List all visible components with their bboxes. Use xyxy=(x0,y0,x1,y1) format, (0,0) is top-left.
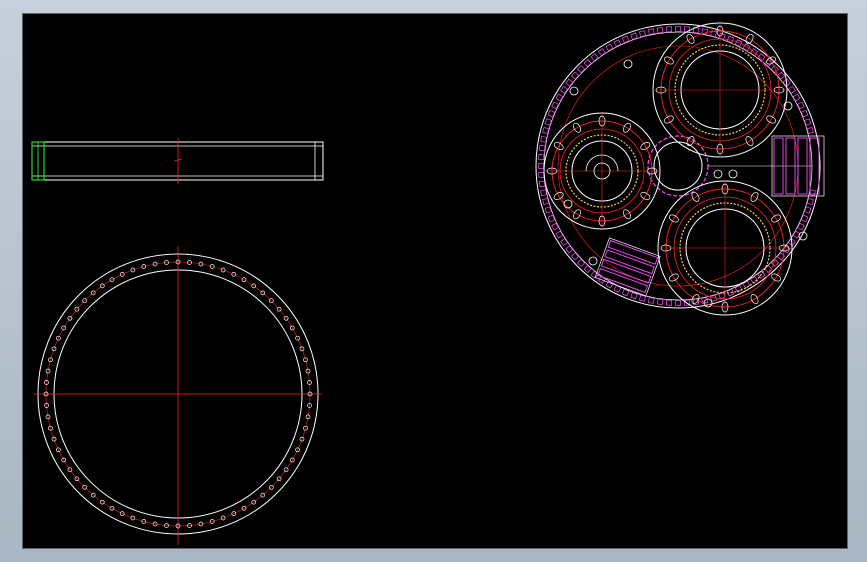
drawing-viewport[interactable] xyxy=(22,13,848,549)
cad-window-frame xyxy=(0,0,867,562)
housing-tooth xyxy=(806,127,814,134)
housing-tooth xyxy=(804,206,812,214)
housing-tooth xyxy=(560,238,569,247)
housing-tooth xyxy=(544,118,552,126)
planet-gear xyxy=(652,22,788,158)
housing-tooth xyxy=(639,294,646,302)
housing-tooth xyxy=(565,78,574,87)
housing-tooth xyxy=(539,180,546,188)
housing-tooth xyxy=(539,144,546,152)
housing-tooth xyxy=(656,27,664,34)
cad-drawing xyxy=(31,22,825,545)
housing-tooth xyxy=(577,258,586,267)
housing-tooth xyxy=(776,71,786,80)
housing-tooth xyxy=(647,28,655,35)
bearing-ring-top-view xyxy=(34,246,322,545)
housing-tooth xyxy=(675,300,681,306)
housing-tooth xyxy=(770,258,779,267)
housing-tooth xyxy=(577,65,586,74)
housing-tooth xyxy=(630,32,638,40)
planet-gear xyxy=(543,112,661,230)
side-view xyxy=(31,138,324,184)
housing-tooth xyxy=(656,298,664,305)
housing-bolt-hole xyxy=(569,86,579,96)
housing-tooth xyxy=(787,85,796,94)
housing-tooth xyxy=(544,206,552,214)
housing-tooth xyxy=(647,297,655,304)
sun-bolt xyxy=(713,169,723,179)
housing-tooth xyxy=(665,299,673,306)
housing-bolt-hole xyxy=(588,256,598,266)
housing-tooth xyxy=(538,171,545,179)
sun-bolt xyxy=(728,169,738,179)
housing-tooth xyxy=(560,85,569,94)
housing-bolt-hole xyxy=(563,199,573,209)
housing-tooth xyxy=(570,71,580,80)
housing-tooth xyxy=(538,163,544,169)
sun-gear xyxy=(653,141,703,191)
housing-tooth xyxy=(675,26,681,32)
housing-tooth xyxy=(639,30,646,38)
housing-tooth xyxy=(542,127,550,134)
housing-tooth xyxy=(583,264,592,274)
housing-tooth xyxy=(590,53,599,62)
housing-tooth xyxy=(538,153,545,161)
housing-tooth xyxy=(540,135,547,143)
side-view-right-end xyxy=(314,141,324,181)
housing-tooth xyxy=(806,198,814,205)
side-view-outline xyxy=(31,141,324,181)
housing-tooth xyxy=(565,245,574,254)
housing-tooth xyxy=(630,292,638,300)
housing-tooth xyxy=(542,198,550,205)
planet-gear xyxy=(657,180,793,316)
housing-tooth xyxy=(570,252,580,261)
housing-tooth xyxy=(665,26,673,33)
housing-tooth xyxy=(540,189,547,197)
planetary-gear-assembly xyxy=(535,22,825,316)
housing-bolt-hole xyxy=(623,59,633,69)
housing-tooth xyxy=(583,58,592,68)
housing-tooth xyxy=(597,48,606,57)
housing-tooth xyxy=(804,118,812,126)
